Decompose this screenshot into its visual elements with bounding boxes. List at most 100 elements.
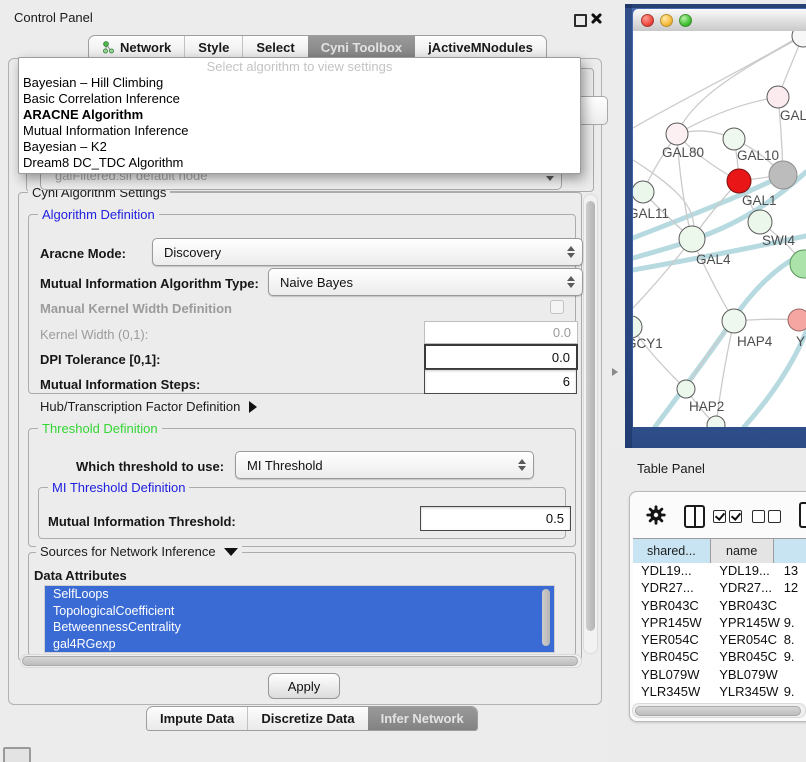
table-panel-title: Table Panel [637,461,705,476]
which-threshold-combo[interactable]: MI Threshold [235,451,534,479]
apply-button[interactable]: Apply [268,673,340,699]
node-gray[interactable] [769,161,797,189]
mi-threshold-field[interactable]: 0.5 [420,506,571,531]
data-attributes-label: Data Attributes [34,568,127,583]
dropdown-option[interactable]: Basic Correlation Inference [19,91,580,107]
table-hscrollbar-track[interactable] [632,703,806,718]
gear-icon[interactable] [645,504,667,526]
sources-collapser[interactable]: Sources for Network Inference [36,544,242,559]
node-label: GAL80 [662,145,704,160]
node[interactable] [792,31,806,47]
dpi-tolerance-label: DPI Tolerance [0,1]: [40,352,160,367]
kernel-width-field[interactable]: 0.0 [424,321,578,344]
node-gal11[interactable] [633,181,654,203]
mi-threshold-label: Mutual Information Threshold: [48,514,236,529]
settings-hscrollbar-thumb[interactable] [22,656,578,666]
bottom-tabbar: Impute Data Discretize Data Infer Networ… [146,706,478,731]
table-row[interactable]: YDR27...YDR27...12 [633,580,806,597]
settings-hscrollbar-track[interactable] [20,654,582,668]
settings-scrollbar-thumb[interactable] [586,201,595,631]
list-item[interactable]: TopologicalCoefficient [45,603,554,620]
mi-algorithm-type-label: Mutual Information Algorithm Type: [40,276,259,291]
close-traffic-light[interactable] [641,14,654,27]
tab-cyni-toolbox[interactable]: Cyni Toolbox [308,36,415,59]
aracne-mode-combo[interactable]: Discovery [152,238,583,266]
node-gal1[interactable] [727,169,751,193]
table-header: shared... name [633,538,806,564]
algorithm-dropdown-list: Select algorithm to view settings Bayesi… [18,57,581,174]
document-icon[interactable] [799,502,806,528]
minimized-window-icon[interactable] [3,747,31,762]
node-hap4[interactable] [722,309,746,333]
zoom-traffic-light[interactable] [679,14,692,27]
checked-checkbox-icon[interactable] [713,510,726,523]
combo-stepper-icon [567,246,575,258]
node-green[interactable] [790,250,806,278]
table-row[interactable]: YDL19...YDL19...13 [633,563,806,580]
list-scrollbar-thumb[interactable] [542,589,550,646]
node-swi4[interactable] [748,210,772,234]
node-label: GAL4 [696,252,731,267]
list-item[interactable]: gal4RGexp [45,636,554,653]
tab-jactivemnodules[interactable]: jActiveMNodules [415,36,546,59]
column-header-partial[interactable] [774,539,806,563]
table-hscrollbar-thumb[interactable] [635,706,801,716]
node-label: GCY1 [633,336,663,351]
node[interactable] [707,416,725,427]
dropdown-option[interactable]: Bayesian – Hill Climbing [19,75,580,91]
dropdown-option[interactable]: Bayesian – K2 [19,139,580,155]
float-window-icon[interactable] [574,14,587,27]
close-icon[interactable] [590,12,603,25]
manual-kernel-width-label: Manual Kernel Width Definition [40,301,232,316]
combo-stepper-icon [567,276,575,288]
node-label: HAP4 [737,334,773,349]
network-window-titlebar[interactable] [633,9,806,32]
tab-network[interactable]: Network [89,36,184,59]
manual-kernel-width-checkbox[interactable] [550,300,564,314]
node-label: SWI4 [762,233,795,248]
network-view-canvas[interactable]: GAL GAL80 GAL10 GAL1 SWI4 GAL11 GAL4 GCY… [633,31,806,427]
dpi-tolerance-field[interactable]: 0.0 [424,344,578,370]
column-header-shared[interactable]: shared... [633,539,711,563]
table-row[interactable]: YLR345WYLR345W9. [633,684,806,701]
table-row[interactable]: YBR043CYBR043C [633,598,806,615]
node-label: GAL11 [633,206,669,221]
node-gcy1[interactable] [633,316,642,338]
table-row[interactable]: YBL079WYBL079W [633,667,806,684]
node-hap2[interactable] [677,380,695,398]
tab-select[interactable]: Select [242,36,307,59]
splitter-arrow-icon[interactable] [612,368,618,376]
list-item[interactable]: BetweennessCentrality [45,619,554,636]
hub-definition-expander[interactable]: Hub/Transcription Factor Definition [40,399,257,414]
node-gal4[interactable] [679,226,705,252]
node-gal10[interactable] [723,128,745,150]
dropdown-option[interactable]: Dream8 DC_TDC Algorithm [19,155,580,171]
table-body: YDL19...YDL19...13 YDR27...YDR27...12 YB… [633,563,806,703]
hub-definition-label: Hub/Transcription Factor Definition [40,399,240,414]
table-row[interactable]: YPR145WYPR145W9. [633,615,806,632]
tab-infer-network[interactable]: Infer Network [368,707,477,730]
dropdown-option-selected[interactable]: ARACNE Algorithm [19,107,580,123]
dropdown-option[interactable]: Mutual Information Inference [19,123,580,139]
threshold-definition-title: Threshold Definition [38,421,162,436]
tab-discretize-data[interactable]: Discretize Data [247,707,367,730]
unchecked-checkbox-icon[interactable] [752,510,765,523]
minimize-traffic-light[interactable] [660,14,673,27]
mi-steps-field[interactable]: 6 [424,369,577,394]
tab-impute-data[interactable]: Impute Data [147,707,247,730]
tab-style[interactable]: Style [184,36,242,59]
node-label: GAL [780,108,806,123]
table-row[interactable]: YBR045CYBR045C9. [633,649,806,666]
column-layout-icon[interactable] [684,505,705,528]
checked-checkbox-icon[interactable] [729,510,742,523]
table-row[interactable]: YER054CYER054C8. [633,632,806,649]
settings-scrollbar-track[interactable] [583,194,598,654]
column-header-name[interactable]: name [711,539,774,563]
mi-algorithm-type-combo[interactable]: Naive Bayes [268,268,583,296]
node-label: HAP2 [689,399,724,414]
unchecked-checkbox-icon[interactable] [768,510,781,523]
list-item[interactable]: SelfLoops [45,586,554,603]
node-gal2[interactable] [767,86,789,108]
node-salmon[interactable] [788,309,806,331]
node-gal80[interactable] [666,123,688,145]
